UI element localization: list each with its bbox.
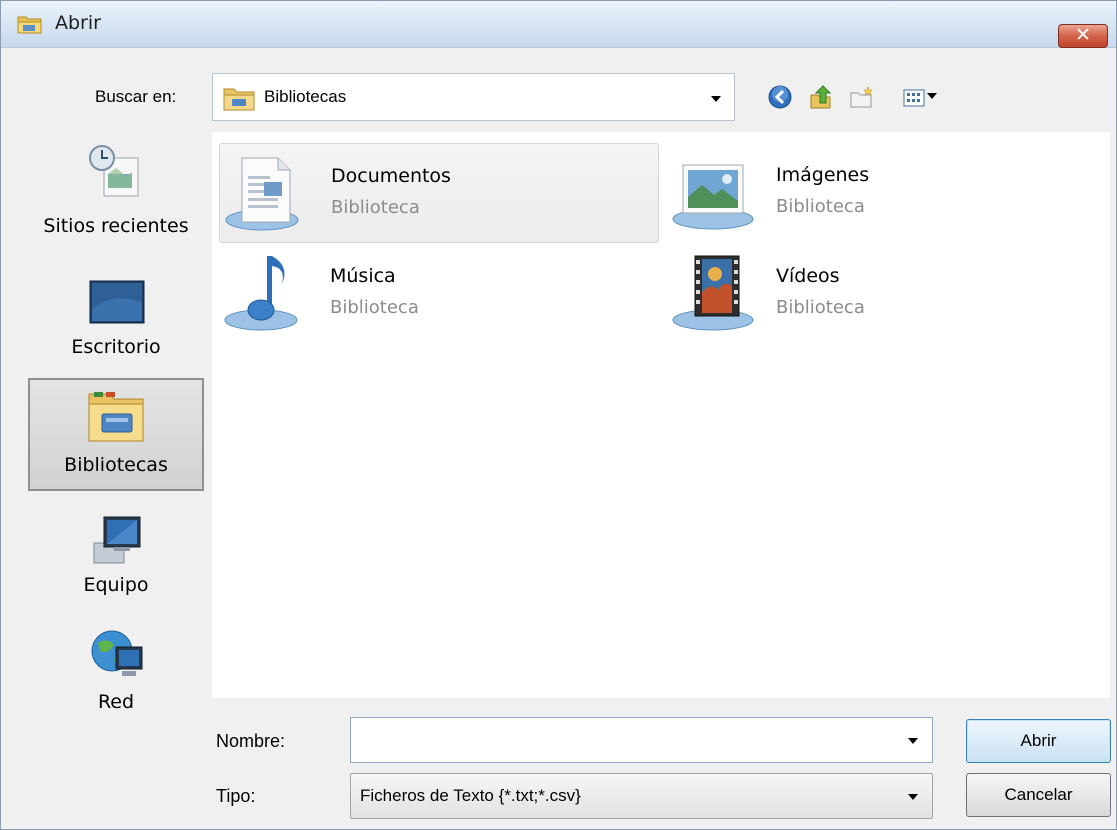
libraries-icon (88, 392, 144, 442)
close-button[interactable]: ✕ (1058, 24, 1108, 48)
chevron-down-icon[interactable] (908, 794, 918, 800)
window-title: Abrir (55, 12, 101, 34)
filetype-select[interactable]: Ficheros de Texto {*.txt;*.csv} (350, 773, 933, 819)
filename-combo[interactable] (350, 717, 933, 763)
filename-label: Nombre: (216, 731, 286, 751)
network-icon (91, 630, 143, 676)
list-item-music[interactable]: Música Biblioteca (219, 244, 659, 344)
place-label: Sitios recientes (43, 215, 189, 237)
item-type: Biblioteca (776, 196, 865, 217)
chevron-down-icon[interactable] (711, 96, 721, 102)
open-file-dialog: Abrir ✕ Buscar en: Bibliotecas Sitios re… (0, 0, 1117, 830)
place-recent-places[interactable]: Sitios recientes (28, 138, 204, 251)
libraries-folder-icon (223, 88, 255, 111)
filename-input[interactable] (357, 726, 891, 756)
list-item-documents[interactable]: Documentos Biblioteca (219, 143, 659, 243)
open-button[interactable]: Abrir (966, 719, 1111, 763)
documents-library-icon (225, 157, 299, 231)
item-type: Biblioteca (330, 297, 419, 318)
pictures-library-icon (672, 164, 754, 230)
item-type: Biblioteca (776, 297, 865, 318)
item-name: Música (330, 265, 396, 287)
place-libraries[interactable]: Bibliotecas (28, 378, 204, 491)
list-item-pictures[interactable]: Imágenes Biblioteca (665, 143, 1105, 243)
up-folder-icon[interactable] (808, 83, 836, 111)
music-library-icon (224, 256, 298, 331)
desktop-icon (89, 280, 145, 324)
item-name: Vídeos (776, 265, 840, 287)
place-label: Red (97, 691, 135, 713)
lookin-combo[interactable]: Bibliotecas (212, 73, 735, 121)
filetype-value: Ficheros de Texto {*.txt;*.csv} (360, 786, 581, 805)
recent-places-icon (89, 145, 139, 197)
place-computer[interactable]: Equipo (28, 505, 204, 618)
filetype-label: Tipo: (216, 786, 256, 806)
open-folder-icon (17, 16, 42, 34)
place-label: Equipo (83, 574, 149, 596)
new-folder-icon[interactable] (848, 83, 876, 111)
view-menu-icon[interactable] (903, 83, 925, 111)
lookin-label: Buscar en: (95, 87, 177, 106)
file-list[interactable]: Documentos Biblioteca Imágenes Bibliotec… (212, 132, 1110, 698)
item-type: Biblioteca (331, 197, 420, 218)
chevron-down-icon[interactable] (908, 738, 918, 744)
item-name: Documentos (331, 165, 451, 187)
title-bar[interactable]: Abrir ✕ (1, 1, 1116, 48)
computer-icon (93, 516, 141, 564)
close-icon: ✕ (1075, 24, 1091, 46)
videos-library-icon (672, 255, 754, 331)
cancel-button[interactable]: Cancelar (966, 773, 1111, 817)
place-label: Escritorio (71, 336, 161, 358)
place-network[interactable]: Red (28, 619, 204, 732)
list-item-videos[interactable]: Vídeos Biblioteca (665, 244, 1105, 344)
item-name: Imágenes (776, 164, 870, 186)
view-chevron-down-icon[interactable] (927, 93, 937, 99)
place-desktop[interactable]: Escritorio (28, 263, 204, 376)
lookin-value: Bibliotecas (264, 87, 347, 106)
places-bar: Sitios recientes Escritorio Bibliotecas (9, 132, 211, 802)
back-icon[interactable] (766, 83, 794, 111)
place-label: Bibliotecas (64, 454, 168, 476)
